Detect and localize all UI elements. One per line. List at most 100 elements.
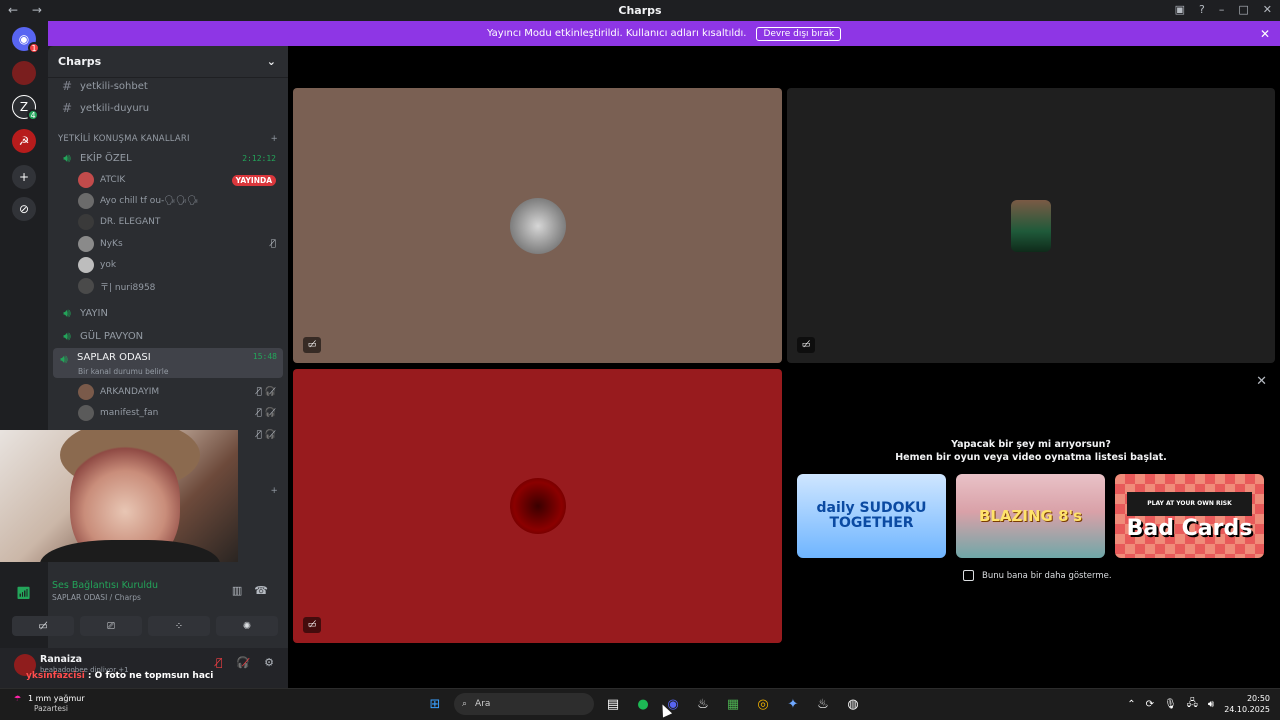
webcam-overlay [0,430,238,562]
activity-card-blazing-8s[interactable]: BLAZING 8's [956,474,1105,558]
channel-status[interactable]: Bir kanal durumu belirle [78,367,168,376]
battlenet-icon[interactable]: ✦ [782,693,804,715]
microphone-icon[interactable]: 🎙︎ [1164,699,1177,710]
file-explorer-icon[interactable]: ▤ [602,693,624,715]
camera-off-icon: ▭̸ [303,617,321,633]
camera-off-icon: ▭̸ [303,337,321,353]
avatar [78,172,94,188]
volume-icon[interactable]: 🔊︎ [1208,699,1214,710]
minecraft-icon[interactable]: ▦ [722,693,744,715]
inbox-icon[interactable]: ▣ [1175,3,1185,16]
banner-close-icon[interactable]: ✕ [1260,27,1270,41]
voice-user[interactable]: NyKs 🎙̸ [78,234,282,254]
voice-user[interactable]: DR. ELEGANT [78,212,282,232]
server-icon-1[interactable] [12,61,36,85]
help-icon[interactable]: ? [1199,3,1205,16]
channel-timer: 2:12:12 [242,153,276,163]
unread-badge: 1 [28,42,40,54]
discover-icon[interactable]: ⊘ [12,197,36,221]
home-discord-icon[interactable]: ◉ 1 [12,27,40,54]
disconnect-icon[interactable]: ☎ [254,584,268,597]
dont-show-checkbox[interactable] [963,570,974,581]
server-header[interactable]: Charps ⌄ [48,46,288,78]
server-badge: 4 [27,109,39,121]
banner-text: Yayıncı Modu etkinleştirildi. Kullanıcı … [486,28,747,39]
chat-username: yksinfazcisi [26,671,85,681]
user-name: manifest_fan [100,408,159,418]
chat-message: : O foto ne topmsun haci [84,671,214,681]
text-channel[interactable]: # yetkili-sohbet [56,76,282,96]
clock[interactable]: 20:50 24.10.2025 [1224,693,1270,715]
minimize-button[interactable]: – [1219,3,1225,16]
chevron-up-icon[interactable]: ⌃ [1127,699,1135,710]
activity-cards: daily SUDOKU TOGETHER BLAZING 8's PLAY A… [797,474,1264,558]
title-bar: ← → Charps ▣ ? – □ ✕ [0,0,1280,21]
steam-icon[interactable]: ♨ [692,693,714,715]
activity-card-sudoku[interactable]: daily SUDOKU TOGETHER [797,474,946,558]
maximize-button[interactable]: □ [1238,3,1248,16]
search-label: Ara [475,699,491,709]
spotify-icon[interactable]: ● [632,693,654,715]
activities-button[interactable]: ⁘ [148,616,210,636]
voice-user[interactable]: manifest_fan 🎙̸ 🎧̸ [78,403,282,423]
windows-start-icon[interactable]: ⊞ [424,693,446,715]
avatar [78,278,94,294]
rain-icon: ☂ [14,694,22,703]
voice-user[interactable]: yok [78,255,282,275]
user-name: 〒| nuri8958 [100,282,156,293]
voice-location[interactable]: SAPLAR ODASI / Charps [52,593,141,602]
avatar [78,214,94,230]
speaker-icon: 🔊︎ [63,305,71,320]
screen-share-button[interactable]: ⎚ [80,616,142,636]
voice-user[interactable]: 〒| nuri8958 [78,276,282,296]
noise-suppression-icon[interactable]: ▥ [232,584,242,597]
avatar [1011,199,1051,252]
soundboard-button[interactable]: ✺ [216,616,278,636]
close-button[interactable]: ✕ [1263,3,1272,16]
disable-streamer-mode-button[interactable]: Devre dışı bırak [756,26,842,41]
obs-icon[interactable]: ◍ [842,693,864,715]
chrome-icon[interactable]: ◎ [752,693,774,715]
activity-card-bad-cards[interactable]: PLAY AT YOUR OWN RISK Bad Cards [1115,474,1264,558]
mic-muted-icon[interactable]: 🎙̸ [216,656,223,669]
window-controls: ▣ ? – □ ✕ [1175,3,1272,16]
voice-user[interactable]: ATCIK YAYINDA [78,170,282,190]
dont-show-again-row[interactable]: Bunu bana bir daha gösterme. [963,570,1112,581]
sync-icon[interactable]: ⟳ [1146,699,1154,710]
channel-name: GÜL PAVYON [80,330,144,342]
network-icon[interactable]: 🖧︎ [1187,696,1198,713]
close-icon[interactable]: ✕ [1256,374,1267,389]
voice-channel[interactable]: 🔊︎ GÜL PAVYON [56,326,282,346]
participant-tile[interactable]: ▭̸ [293,88,782,363]
server-icon-charps[interactable]: Z4 [12,95,39,121]
voice-user[interactable]: Ayo chill tf ou-🗣🗣🗣 [78,191,282,211]
hash-icon: # [61,79,73,93]
voice-connection-panel: 📶︎ Ses Bağlantısı Kuruldu SAPLAR ODASI / … [12,580,282,642]
participant-tile[interactable]: ▭̸ [787,88,1275,363]
voice-channel-ekip[interactable]: 🔊︎ EKİP ÖZEL 2:12:12 [56,148,282,168]
add-channel-icon[interactable]: + [271,134,278,144]
steam-alt-icon[interactable]: ♨ [812,693,834,715]
text-channel[interactable]: # yetkili-duyuru [56,98,282,118]
participant-tile[interactable]: ▭̸ [293,369,782,643]
category-header[interactable]: YETKİLİ KONUŞMA KANALLARI + [58,134,278,144]
camera-off-button[interactable]: ▭̸ [12,616,74,636]
taskbar-search[interactable]: ⌕ Ara [454,693,594,715]
user-name: NyKs [100,239,123,249]
voice-user[interactable]: ARKANDAYIM 🎙̸ 🎧̸ [78,382,282,402]
add-icon[interactable]: + [271,486,278,496]
channel-name: EKİP ÖZEL [80,152,132,164]
user-controls: 🎙̸ 🎧̸ ⚙ [216,656,274,669]
weather-day: Pazartesi [34,704,68,713]
weather-widget[interactable]: ☂ 1 mm yağmur Pazartesi [14,694,85,714]
gear-icon[interactable]: ⚙ [264,656,274,669]
deafened-icon: 🎙̸ 🎧̸ [256,408,276,418]
voice-status-text: Ses Bağlantısı Kuruldu [52,580,159,591]
headphones-muted-icon[interactable]: 🎧̸ [236,656,250,669]
activity-suggestion-panel: ✕ Yapacak bir şey mi arıyorsun? Hemen bi… [787,370,1275,643]
add-server-icon[interactable]: + [12,165,36,189]
user-name: ATCIK [100,175,126,185]
voice-channel[interactable]: 🔊︎ YAYIN [56,303,282,323]
taskbar-apps: ⊞ ⌕ Ara ▤ ● ◉ ♨ ▦ ◎ ✦ ♨ ◍ [424,693,864,715]
server-folder-icon[interactable]: ☭ [12,129,36,153]
